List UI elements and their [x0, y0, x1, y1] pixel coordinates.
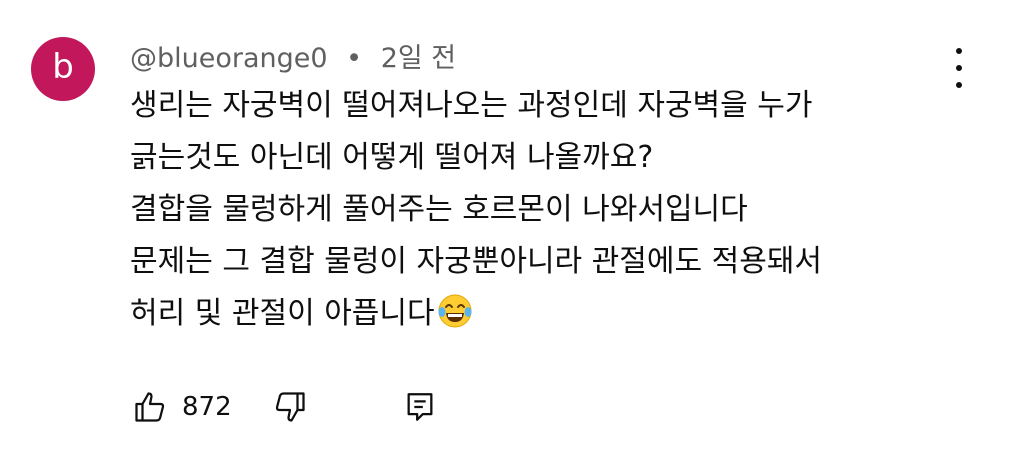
- comment-body: 생리는 자궁벽이 떨어져나오는 과정인데 자궁벽을 누가 긁는것도 아닌데 어떻…: [130, 80, 1000, 340]
- avatar-letter: b: [52, 47, 74, 87]
- comment-meta: @blueorange0 • 2일 전: [130, 36, 456, 75]
- like-count: 872: [182, 392, 232, 422]
- face-with-tears-of-joy-emoji: [438, 294, 472, 328]
- comment-time[interactable]: 2일 전: [381, 43, 456, 74]
- comment-reply-icon[interactable]: [400, 387, 440, 427]
- comment-line: 문제는 그 결합 물렁이 자궁뿐아니라 관절에도 적용돼서: [130, 244, 823, 279]
- avatar[interactable]: b: [31, 37, 95, 101]
- comment-line: 결합을 물렁하게 풀어주는 호르몬이 나와서입니다: [130, 192, 748, 227]
- comment-line: 긁는것도 아닌데 어떻게 떨어져 나올까요?: [130, 140, 654, 175]
- comment-line: 생리는 자궁벽이 떨어져나오는 과정인데 자궁벽을 누가: [130, 88, 813, 123]
- comment: b @blueorange0 • 2일 전 생리는 자궁벽이 떨어져나오는 과정…: [0, 0, 1024, 462]
- thumbs-up-icon[interactable]: [130, 387, 170, 427]
- comment-line-last: 허리 및 관절이 아픕니다: [130, 288, 1000, 340]
- thumbs-down-icon[interactable]: [270, 387, 310, 427]
- meta-separator: •: [346, 43, 363, 74]
- author-handle[interactable]: @blueorange0: [130, 43, 328, 74]
- comment-line: 허리 및 관절이 아픕니다: [130, 296, 435, 331]
- comment-actions: 872: [130, 382, 440, 432]
